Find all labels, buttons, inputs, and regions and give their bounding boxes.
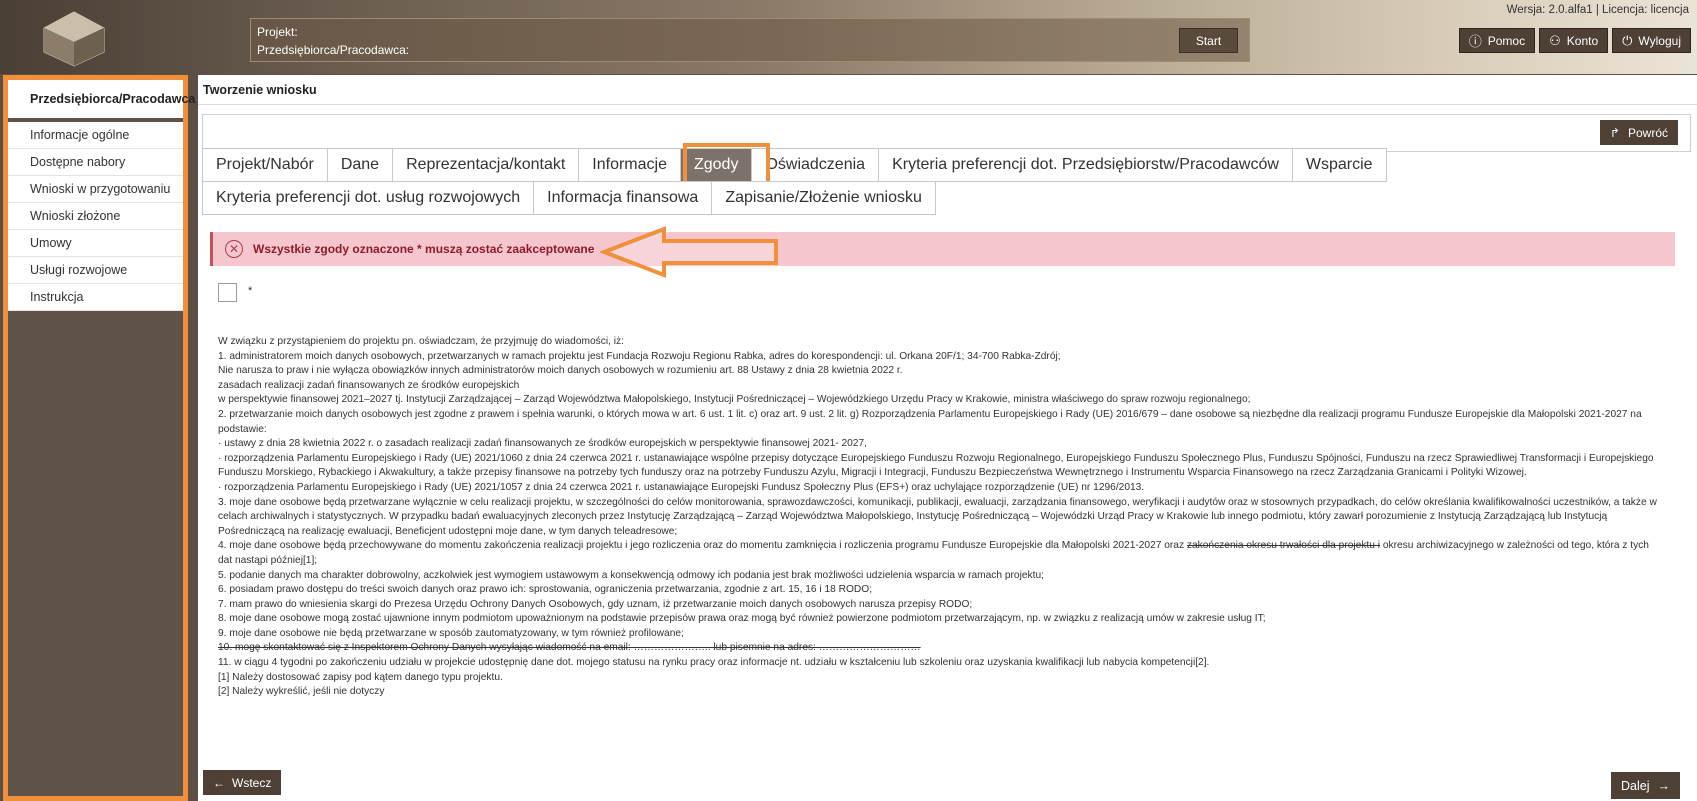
tab-representation-contact[interactable]: Reprezentacja/kontakt [392,148,579,182]
consent-line: 2. przetwarzanie moich danych osobowych … [218,408,1642,435]
next-label: Dalej [1621,778,1650,793]
consent-text-block: W związku z przystąpieniem do projektu p… [218,335,1658,700]
info-circle-icon: ⓘ [1468,34,1482,49]
tab-service-preference-criteria[interactable]: Kryteria preferencji dot. usług rozwojow… [202,181,534,215]
tab-project-call[interactable]: Projekt/Nabór [202,148,327,182]
alert-message: Wszystkie zgody oznaczone * muszą zostać… [253,242,595,256]
arrow-right-icon: → [1657,778,1671,793]
tabs-row-2: Kryteria preferencji dot. usług rozwojow… [202,181,936,215]
consent-line: 9. moje dane osobowe nie będą przetwarza… [218,627,684,639]
tab-consents[interactable]: Zgody [679,148,752,182]
consent-line: · rozporządzenia Parlamentu Europejskieg… [218,452,1654,479]
error-x-circle-icon: ✕ [225,240,243,258]
tab-statements[interactable]: Oświadczenia [751,148,879,182]
sidebar-item-draft-applications[interactable]: Wnioski w przygotowaniu [8,176,183,203]
footnote: [1] Należy dostosować zapisy pod kątem d… [218,671,503,683]
consent-line: · ustawy z dnia 28 kwietnia 2022 r. o za… [218,438,867,450]
sidebar-header: Przedsiębiorca/Pracodawca [8,80,195,118]
return-label: Powróć [1627,125,1668,140]
tab-financial-info[interactable]: Informacja finansowa [533,181,712,215]
tab-save-submit[interactable]: Zapisanie/Złożenie wniosku [711,181,936,215]
consent-line-4: 4. moje dane osobowe będą przechowywane … [218,539,1658,568]
project-label: Projekt: [257,25,298,39]
page-title: Tworzenie wniosku [203,83,317,97]
sidebar-item-instructions[interactable]: Instrukcja [8,284,183,311]
user-icon: ⚇ [1549,32,1561,48]
arrow-left-icon: ← [213,775,225,790]
consent-line: W związku z przystąpieniem do projektu p… [218,336,624,347]
previous-button[interactable]: ← Wstecz [203,770,282,795]
return-arrow-icon: ↱ [1609,125,1620,140]
employer-label: Przedsiębiorca/Pracodawca: [257,43,410,57]
title-divider [198,104,1697,105]
consent-line: w perspektywie finansowej 2021–2027 tj. … [218,394,1251,406]
account-button[interactable]: ⚇ Konto [1539,28,1609,53]
consent-line: 1. administratorem moich danych osobowyc… [218,350,1061,362]
app-logo[interactable] [42,10,106,68]
consent-line: zasadach realizacji zadań finansowanych … [218,379,520,391]
project-info-box: Projekt: Przedsiębiorca/Pracodawca: [250,18,1250,62]
power-icon: ⏻ [1622,32,1633,48]
tabs-row-1: Projekt/Nabór Dane Reprezentacja/kontakt… [202,148,1387,182]
consent-line: 6. posiadam prawo dostępu do treści swoi… [218,584,873,596]
consent-line: 7. mam prawo do wniesienia skargi do Pre… [218,598,973,610]
line4-start: 4. moje dane osobowe będą przechowywane … [218,540,1187,552]
sidebar-item-submitted-applications[interactable]: Wnioski złożone [8,203,183,230]
help-button[interactable]: ⓘ Pomoc [1458,28,1536,53]
header-actions: ⓘ Pomoc ⚇ Konto ⏻ Wyloguj [1458,28,1691,53]
consent-line: 3. moje dane osobowe będą przetwarzane w… [218,496,1657,537]
required-marker: * [248,285,253,297]
return-button[interactable]: ↱ Powróć [1599,120,1678,145]
tab-support[interactable]: Wsparcie [1291,148,1387,182]
start-button[interactable]: Start [1179,28,1238,53]
tab-data[interactable]: Dane [326,148,393,182]
previous-label: Wstecz [232,775,272,790]
account-label: Konto [1566,33,1599,48]
sidebar-item-general-info[interactable]: Informacje ogólne [8,122,183,149]
sidebar-item-contracts[interactable]: Umowy [8,230,183,257]
consent-line-10-struck: 10. mogę skontaktować się z Inspektorem … [218,642,921,654]
tab-information[interactable]: Informacje [578,148,680,182]
consent-checkbox[interactable] [218,283,237,302]
consent-line: · rozporządzenia Parlamentu Europejskieg… [218,481,1145,493]
sidebar-nav: Informacje ogólne Dostępne nabory Wniosk… [8,122,183,311]
footnote: [2] Należy wykreślić, jeśli nie dotyczy [218,686,385,698]
consent-line: Nie narusza to praw i nie wyłącza obowią… [218,365,903,377]
consent-line: 5. podanie danych ma charakter dobrowoln… [218,569,1044,581]
next-button[interactable]: Dalej → [1611,772,1680,799]
logout-button[interactable]: ⏻ Wyloguj [1612,28,1691,53]
consent-line: 11. w ciągu 4 tygodni po zakończeniu udz… [218,657,1210,669]
annotation-arrow [600,226,778,278]
toolbar: ↱ Powróć [202,114,1691,152]
validation-alert: ✕ Wszystkie zgody oznaczone * muszą zost… [210,232,1675,266]
version-info: Wersja: 2.0.alfa1 | Licencja: licencja [1506,4,1689,16]
sidebar-item-development-services[interactable]: Usługi rozwojowe [8,257,183,284]
sidebar-item-available-calls[interactable]: Dostępne nabory [8,149,183,176]
consent-line: 8. moje dane osobowe mogą zostać ujawnio… [218,613,1266,625]
top-header: Projekt: Przedsiębiorca/Pracodawca: Star… [0,0,1697,74]
tab-employer-preference-criteria[interactable]: Kryteria preferencji dot. Przedsiębiorst… [878,148,1292,182]
line4-struck-text: zakończenia okresu trwałości dla projekt… [1186,540,1380,552]
help-label: Pomoc [1487,33,1526,48]
logout-label: Wyloguj [1638,33,1681,48]
